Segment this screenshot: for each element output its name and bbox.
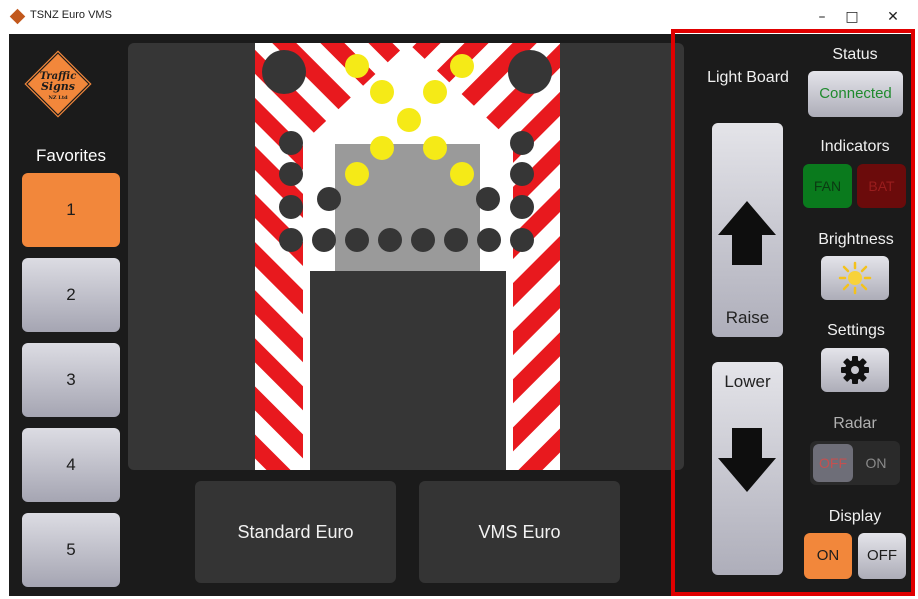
vms-euro-button[interactable]: VMS Euro bbox=[419, 481, 620, 583]
settings-button[interactable] bbox=[821, 348, 889, 392]
radar-on-option[interactable]: ON bbox=[856, 444, 896, 482]
fan-indicator: FAN bbox=[803, 164, 852, 208]
corner-lamp bbox=[508, 50, 552, 94]
sun-icon bbox=[838, 261, 872, 295]
radar-toggle[interactable]: OFF ON bbox=[810, 441, 900, 485]
battery-indicator: BAT bbox=[857, 164, 906, 208]
arrow-up-icon bbox=[718, 201, 776, 265]
company-logo: Traffic Signs NZ Ltd bbox=[22, 48, 94, 120]
favorite-button-5[interactable]: 5 bbox=[22, 513, 120, 587]
indicators-label: Indicators bbox=[820, 138, 890, 155]
close-button[interactable]: ✕ bbox=[880, 6, 906, 28]
light-board-label: Light Board bbox=[707, 69, 789, 86]
lower-label: Lower bbox=[724, 372, 771, 391]
settings-label: Settings bbox=[827, 322, 885, 339]
favorite-button-3[interactable]: 3 bbox=[22, 343, 120, 417]
raise-button[interactable]: Raise bbox=[712, 123, 783, 337]
display-on-button[interactable]: ON bbox=[804, 533, 852, 579]
favorite-button-4[interactable]: 4 bbox=[22, 428, 120, 502]
sign-graphic bbox=[255, 43, 560, 470]
brightness-button[interactable] bbox=[821, 256, 889, 300]
lower-panel bbox=[310, 271, 506, 470]
app-icon bbox=[9, 8, 26, 25]
svg-text:Signs: Signs bbox=[41, 80, 75, 93]
maximize-button[interactable]: □ bbox=[839, 6, 865, 28]
minimize-button[interactable]: – bbox=[809, 6, 835, 28]
brightness-label: Brightness bbox=[818, 231, 894, 248]
window-title: TSNZ Euro VMS bbox=[30, 9, 112, 21]
favorites-title: Favorites bbox=[36, 146, 106, 165]
radar-off-option[interactable]: OFF bbox=[813, 444, 853, 482]
svg-text:NZ Ltd: NZ Ltd bbox=[48, 95, 68, 101]
arrow-down-icon bbox=[718, 428, 776, 492]
favorite-button-1[interactable]: 1 bbox=[22, 173, 120, 247]
raise-label: Raise bbox=[725, 308, 770, 327]
corner-lamp bbox=[262, 50, 306, 94]
lower-button[interactable]: Lower bbox=[712, 362, 783, 575]
status-connected-badge: Connected bbox=[808, 71, 903, 117]
status-label: Status bbox=[832, 46, 878, 63]
standard-euro-button[interactable]: Standard Euro bbox=[195, 481, 396, 583]
favorite-button-2[interactable]: 2 bbox=[22, 258, 120, 332]
radar-label: Radar bbox=[833, 415, 877, 432]
display-off-button[interactable]: OFF bbox=[858, 533, 906, 579]
display-label: Display bbox=[828, 508, 882, 525]
sign-preview bbox=[128, 43, 684, 470]
gear-icon bbox=[841, 356, 869, 384]
